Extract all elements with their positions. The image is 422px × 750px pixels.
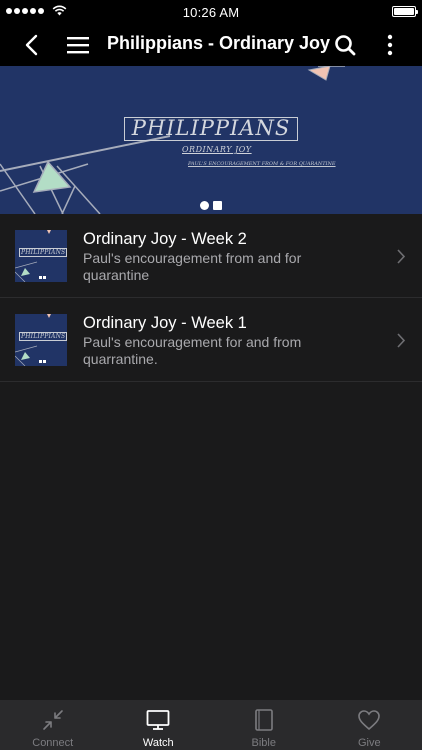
thumbnail-title: PHILIPPIANS	[19, 248, 67, 257]
tab-bible[interactable]: Bible	[211, 700, 317, 750]
episode-list: PHILIPPIANS Ordinary Joy - Week 2 Paul's…	[0, 214, 422, 382]
menu-icon[interactable]	[66, 35, 90, 55]
nav-bar: Philippians - Ordinary Joy	[0, 24, 422, 66]
globe-icon	[200, 201, 209, 210]
episode-description: Paul's encouragement for and from quarra…	[83, 334, 302, 367]
tab-label: Give	[357, 737, 381, 749]
signal-dot	[14, 7, 20, 14]
tab-watch[interactable]: Watch	[106, 700, 212, 750]
banner-tagline: PAUL'S ENCOURAGEMENT FROM & FOR QUARANTI…	[188, 161, 336, 167]
camera-icon	[213, 201, 222, 210]
book-icon	[254, 709, 273, 731]
episode-thumbnail: PHILIPPIANS	[15, 314, 67, 366]
signal-indicator	[6, 5, 67, 16]
episode-title: Ordinary Joy - Week 1	[83, 314, 247, 332]
tab-connect[interactable]: Connect	[0, 700, 106, 750]
tab-bar: Connect Watch Bible Give	[0, 700, 422, 750]
list-item[interactable]: PHILIPPIANS Ordinary Joy - Week 1 Paul's…	[0, 298, 422, 382]
heart-icon	[358, 710, 381, 731]
episode-title: Ordinary Joy - Week 2	[83, 230, 247, 248]
battery-icon	[392, 6, 418, 17]
tab-label: Connect	[32, 737, 74, 749]
signal-dot	[22, 7, 28, 14]
more-icon[interactable]	[383, 33, 397, 57]
status-time: 10:26 AM	[182, 4, 240, 20]
signal-dot	[6, 7, 12, 14]
chevron-right-icon	[397, 333, 406, 348]
episode-description: Paul's encouragement from and for quaran…	[83, 250, 302, 283]
episode-thumbnail: PHILIPPIANS	[15, 230, 67, 282]
series-banner: PHILIPPIANS ORDINARY JOY PAUL'S ENCOURAG…	[0, 66, 422, 214]
chevron-right-icon	[397, 249, 406, 264]
banner-badges	[200, 201, 222, 210]
thumbnail-title: PHILIPPIANS	[19, 332, 67, 341]
tab-give[interactable]: Give	[317, 700, 422, 750]
banner-title: PHILIPPIANS	[124, 117, 298, 141]
tv-icon	[146, 710, 170, 730]
back-icon[interactable]	[22, 33, 44, 57]
list-item[interactable]: PHILIPPIANS Ordinary Joy - Week 2 Paul's…	[0, 214, 422, 298]
page-title: Philippians - Ordinary Joy	[107, 33, 331, 53]
wifi-icon	[52, 5, 67, 16]
search-icon[interactable]	[334, 33, 356, 57]
status-bar: 10:26 AM	[0, 0, 422, 24]
banner-subtitle: ORDINARY JOY	[182, 145, 252, 154]
connect-icon	[42, 710, 63, 730]
signal-dot	[30, 7, 36, 14]
signal-dot	[38, 7, 44, 14]
tab-label: Bible	[251, 737, 276, 749]
tab-label: Watch	[142, 737, 174, 749]
